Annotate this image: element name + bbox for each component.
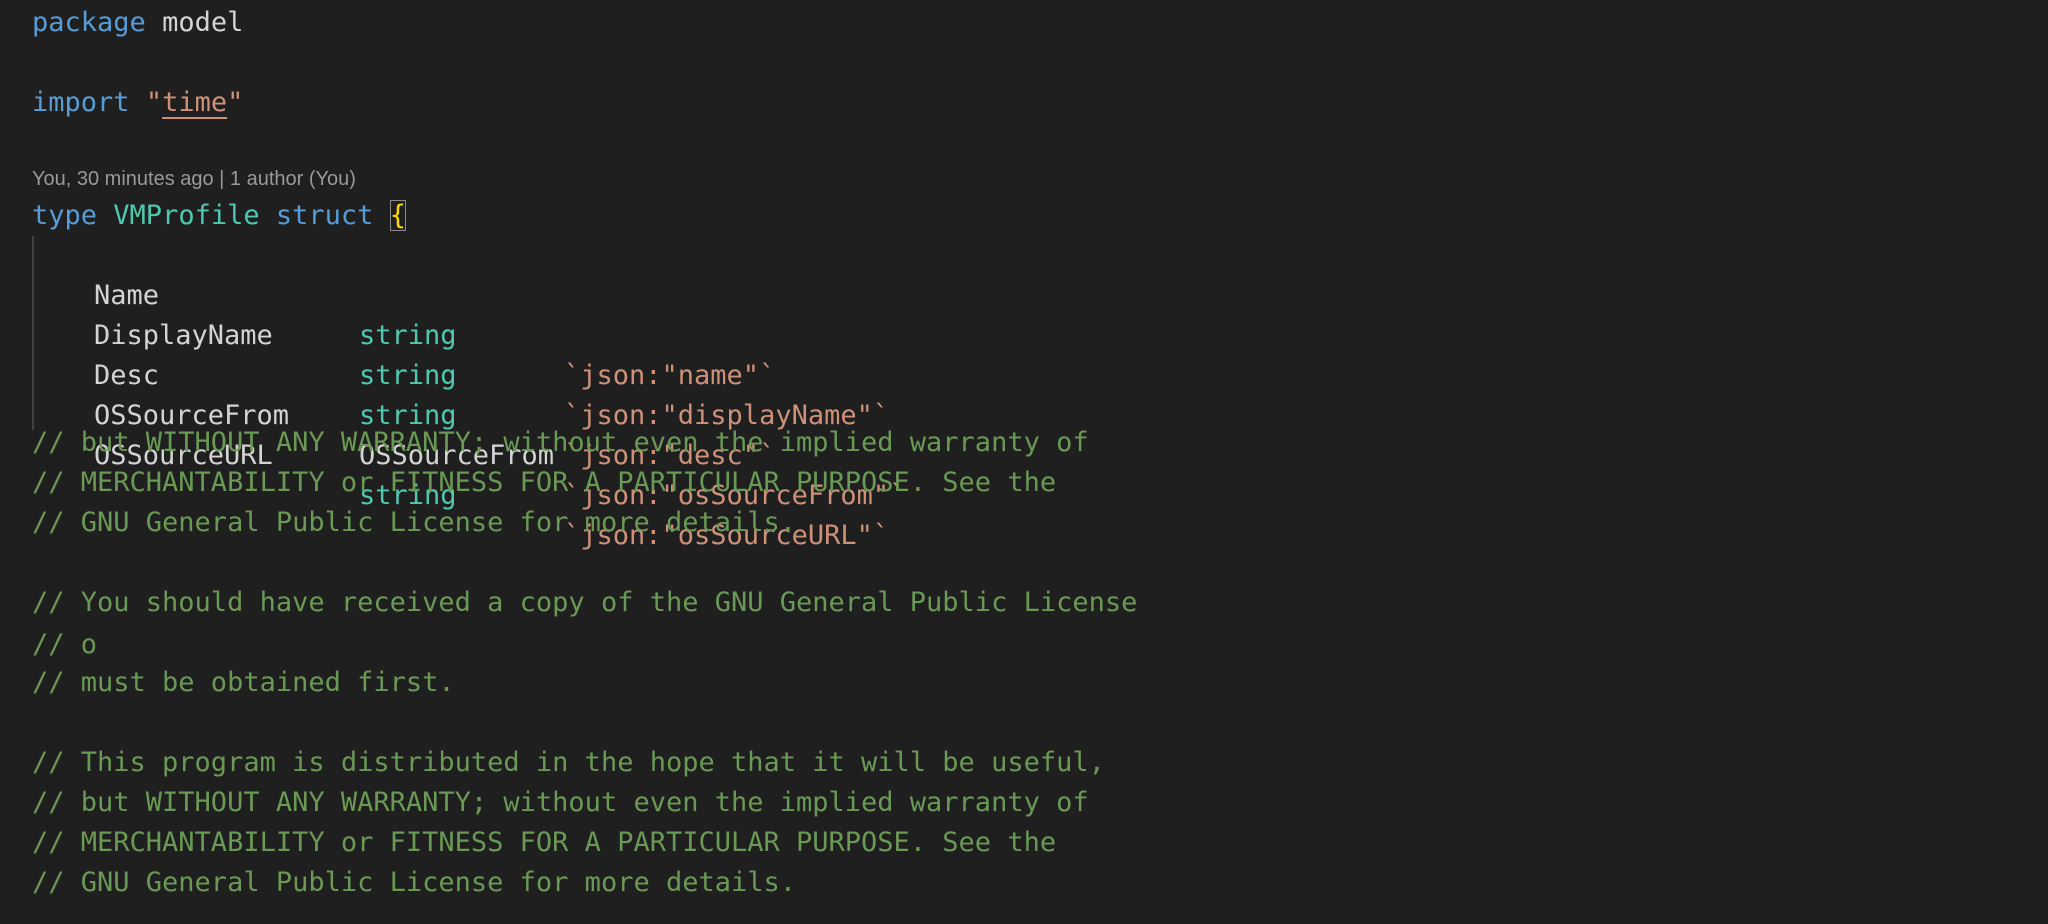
comment-line[interactable]: // This program is distributed in the ho…	[32, 743, 1105, 783]
comment-line[interactable]: // but WITHOUT ANY WARRANTY; without eve…	[32, 783, 1089, 823]
struct-field[interactable]: OSSourceFrom OSSourceFrom `json:"osSourc…	[32, 356, 1132, 511]
struct-field[interactable]: Name string `json:"name"`	[32, 236, 1132, 391]
comment-line[interactable]: // You should have received a copy of th…	[32, 583, 1137, 623]
comment-line[interactable]: // but WITHOUT ANY WARRANTY; without eve…	[32, 423, 1089, 463]
comment-line[interactable]: // MERCHANTABILITY or FITNESS FOR A PART…	[32, 463, 1056, 503]
comment-line[interactable]: // GNU General Public License for more d…	[32, 503, 796, 543]
import-quote-open: "	[145, 87, 163, 118]
type-name: VMProfile	[113, 200, 260, 231]
keyword-type: type	[32, 200, 98, 231]
git-blame-codelens[interactable]: You, 30 minutes ago | 1 author (You)	[32, 163, 356, 195]
keyword-import: import	[32, 87, 130, 118]
code-line-type[interactable]: type VMProfile struct {	[32, 196, 406, 236]
keyword-struct: struct	[275, 200, 374, 231]
import-path-link[interactable]: time	[162, 87, 227, 118]
struct-field[interactable]: Desc string `json:"desc"`	[32, 316, 1132, 471]
package-name: model	[162, 7, 244, 38]
code-line-package[interactable]: package model	[32, 3, 243, 43]
code-editor[interactable]: package model import "time" You, 30 minu…	[0, 0, 2048, 924]
import-quote-close: "	[227, 87, 244, 118]
keyword-package: package	[32, 7, 146, 38]
comment-line[interactable]: // must be obtained first.	[32, 663, 455, 703]
code-line-import[interactable]: import "time"	[32, 83, 243, 123]
comment-line[interactable]: // MERCHANTABILITY or FITNESS FOR A PART…	[32, 823, 1056, 863]
comment-line-partial-render[interactable]: // one or multiple commercial licenses a…	[32, 625, 97, 665]
bracket-open: {	[389, 200, 406, 231]
comment-line[interactable]: // GNU General Public License for more d…	[32, 863, 796, 903]
struct-field[interactable]: DisplayName string `json:"displayName"`	[32, 276, 1132, 431]
